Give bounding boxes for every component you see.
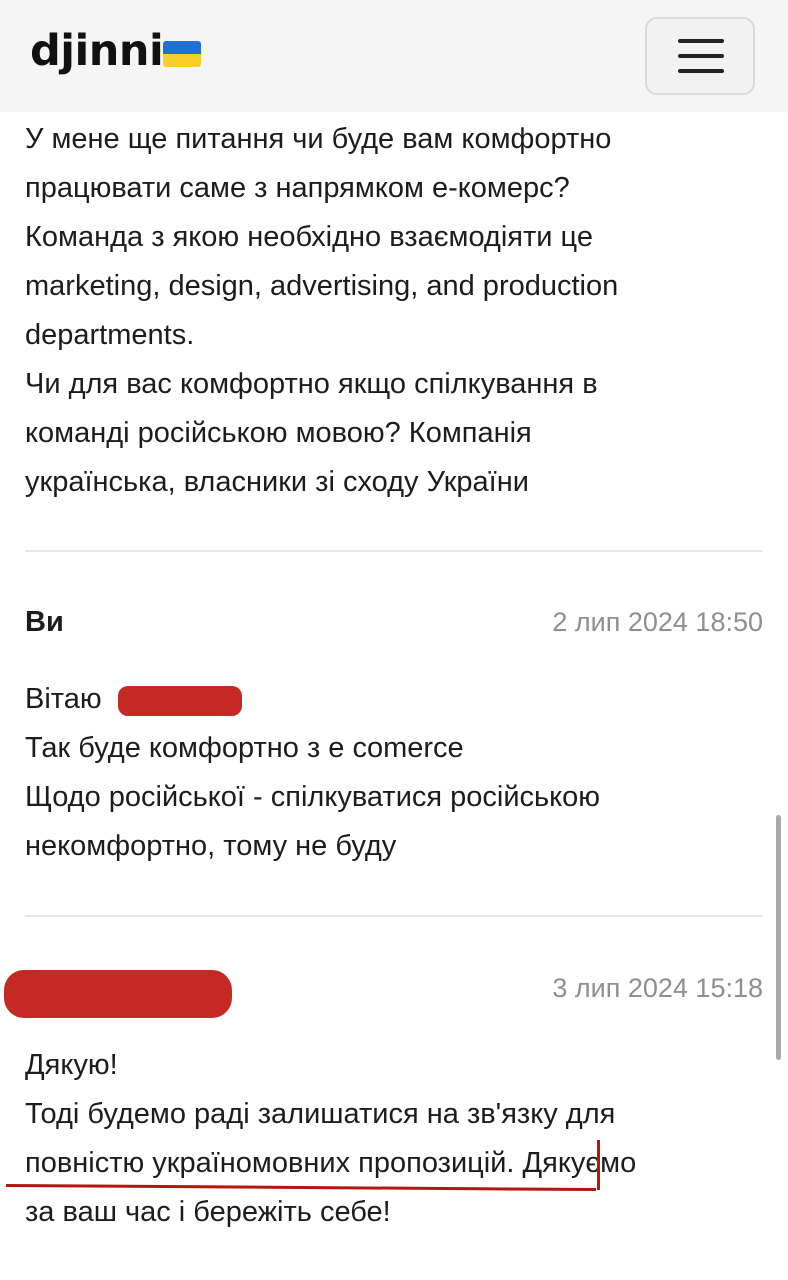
message-line: некомфортно, тому не буду xyxy=(25,830,397,862)
ukraine-flag-icon xyxy=(163,41,201,67)
message-divider xyxy=(25,915,763,917)
message-line: Так буде комфортно з е comerce xyxy=(25,732,464,764)
message-divider xyxy=(25,550,763,552)
message-line: У мене ще питання чи буде вам комфортно xyxy=(25,123,612,155)
djinni-logo[interactable]: djinni xyxy=(30,26,164,76)
top-bar: djinni xyxy=(0,0,788,112)
message-line: Щодо російської - спілкуватися російсько… xyxy=(25,781,601,813)
message-body: Дякую! Тоді будемо раді залишатися на зв… xyxy=(25,1041,760,1237)
message-line: працювати саме з напрямком е-комерс? xyxy=(25,172,570,204)
message-line: за ваш час і бережіть себе! xyxy=(25,1196,391,1228)
redacted-author-scribble xyxy=(4,970,232,1018)
message-line: команді російською мовою? Компанія xyxy=(25,417,532,449)
message-line: Тоді будемо раді залишатися на зв'язку д… xyxy=(25,1098,616,1130)
message-line: українська, власники зі сходу України xyxy=(25,466,529,498)
message-timestamp: 2 лип 2024 18:50 xyxy=(552,607,763,637)
message-line: departments. xyxy=(25,319,195,351)
message-line: marketing, design, advertising, and prod… xyxy=(25,270,619,302)
message-line: Чи для вас комфортно якщо спілкування в xyxy=(25,368,598,400)
message-line: Команда з якою необхідно взаємодіяти це xyxy=(25,221,593,253)
red-underline-mark xyxy=(597,1140,600,1190)
redacted-name-scribble xyxy=(118,686,242,716)
message-timestamp: 3 лип 2024 15:18 xyxy=(552,973,763,1003)
message-line: повністю україномовних пропозицій. Дякує… xyxy=(25,1147,637,1179)
hamburger-menu-icon xyxy=(678,39,724,43)
message-author: Ви xyxy=(25,606,64,638)
message-line: Дякую! xyxy=(25,1049,118,1081)
message-body: У мене ще питання чи буде вам комфортно … xyxy=(25,115,760,507)
scrollbar[interactable] xyxy=(776,815,781,1060)
hamburger-menu-button[interactable] xyxy=(645,17,755,95)
